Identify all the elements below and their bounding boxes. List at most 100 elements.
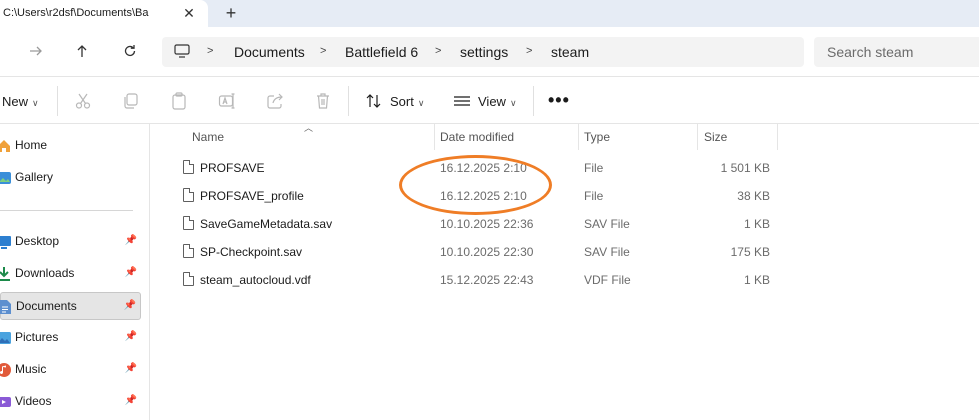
chevron-right-icon: > xyxy=(320,45,327,57)
column-divider[interactable] xyxy=(697,124,698,150)
file-type: SAV File xyxy=(584,217,630,231)
column-divider[interactable] xyxy=(777,124,778,150)
file-name: PROFSAVE_profile xyxy=(200,189,304,203)
cut-button[interactable] xyxy=(73,91,93,111)
pin-icon[interactable]: 📌 xyxy=(125,363,137,374)
file-list: ︿ Name Date modified Type Size PROFSAVE … xyxy=(160,123,979,420)
file-date: 16.12.2025 2:10 xyxy=(440,189,527,203)
breadcrumb-steam[interactable]: steam xyxy=(551,44,589,60)
pin-icon[interactable]: 📌 xyxy=(125,331,137,342)
tab-current[interactable]: C:\Users\r2dsf\Documents\Ba ✕ xyxy=(0,0,208,27)
desktop-icon xyxy=(0,236,11,249)
breadcrumb-battlefield-6[interactable]: Battlefield 6 xyxy=(345,44,418,60)
column-header-size[interactable]: Size xyxy=(704,130,727,144)
view-icon-wrap[interactable] xyxy=(452,91,472,111)
share-button[interactable] xyxy=(265,91,285,111)
view-button[interactable]: View ∨ xyxy=(478,94,517,109)
sidebar-item-label: Videos xyxy=(15,394,52,408)
pin-icon[interactable]: 📌 xyxy=(125,235,137,246)
tab-title: C:\Users\r2dsf\Documents\Ba xyxy=(3,7,149,19)
copy-button[interactable] xyxy=(121,91,141,111)
up-button[interactable] xyxy=(70,39,94,63)
pin-icon[interactable]: 📌 xyxy=(124,300,136,311)
file-date: 15.12.2025 22:43 xyxy=(440,273,534,287)
close-tab-icon[interactable]: ✕ xyxy=(180,4,198,22)
file-type: SAV File xyxy=(584,245,630,259)
navigation-pane: Home Gallery Desktop 📌 Downloads 📌 Docum… xyxy=(0,124,150,420)
sidebar-item-label: Gallery xyxy=(15,170,54,184)
file-size: 1 KB xyxy=(743,217,770,231)
breadcrumb-settings[interactable]: settings xyxy=(460,44,508,60)
rename-icon xyxy=(218,93,235,109)
scissors-icon xyxy=(75,93,91,109)
search-input[interactable]: Search steam xyxy=(814,37,979,67)
file-icon xyxy=(183,272,194,286)
refresh-button[interactable] xyxy=(118,39,142,63)
sort-icon-wrap[interactable] xyxy=(364,91,384,111)
file-name: SP-Checkpoint.sav xyxy=(200,245,303,259)
sidebar-item-home[interactable]: Home xyxy=(0,132,141,160)
divider xyxy=(57,86,58,116)
file-icon xyxy=(183,188,194,202)
file-name: SaveGameMetadata.sav xyxy=(200,217,333,231)
share-icon xyxy=(267,93,283,109)
sidebar-item-label: Music xyxy=(15,362,47,376)
downloads-icon xyxy=(0,267,10,281)
delete-button[interactable] xyxy=(313,91,333,111)
sidebar-item-documents[interactable]: Documents 📌 xyxy=(0,292,141,320)
sidebar-item-label: Desktop xyxy=(15,234,60,248)
rename-button[interactable] xyxy=(217,91,237,111)
column-divider[interactable] xyxy=(434,124,435,150)
sort-label: Sort xyxy=(390,94,414,109)
file-name: steam_autocloud.vdf xyxy=(200,273,311,287)
column-header-name[interactable]: Name xyxy=(192,130,224,144)
forward-button[interactable] xyxy=(24,39,48,63)
file-row[interactable]: PROFSAVE_profile 16.12.2025 2:10 File 38… xyxy=(160,182,780,210)
address-bar[interactable]: > Documents > Battlefield 6 > settings >… xyxy=(162,37,804,67)
sidebar-item-label: Home xyxy=(15,138,48,152)
file-row[interactable]: PROFSAVE 16.12.2025 2:10 File 1 501 KB xyxy=(160,154,780,182)
sidebar-item-pictures[interactable]: Pictures 📌 xyxy=(0,324,141,352)
pin-icon[interactable]: 📌 xyxy=(125,395,137,406)
pin-icon[interactable]: 📌 xyxy=(125,267,137,278)
column-header-type[interactable]: Type xyxy=(584,130,610,144)
sidebar-item-downloads[interactable]: Downloads 📌 xyxy=(0,260,141,288)
file-name: PROFSAVE xyxy=(200,161,265,175)
sidebar-item-desktop[interactable]: Desktop 📌 xyxy=(0,228,141,256)
file-type: File xyxy=(584,161,604,175)
sidebar-item-gallery[interactable]: Gallery xyxy=(0,164,141,192)
computer-icon xyxy=(174,44,190,58)
breadcrumb-documents[interactable]: Documents xyxy=(234,44,305,60)
home-icon xyxy=(0,140,10,152)
chevron-right-icon: > xyxy=(207,45,214,57)
address-row: > Documents > Battlefield 6 > settings >… xyxy=(0,27,979,77)
arrow-right-icon xyxy=(30,46,42,56)
chevron-right-icon: > xyxy=(435,45,442,57)
file-size: 38 KB xyxy=(737,189,770,203)
new-tab-button[interactable]: + xyxy=(221,3,241,23)
more-options-button[interactable]: ••• xyxy=(548,90,570,111)
paste-button[interactable] xyxy=(169,91,189,111)
file-icon xyxy=(183,160,194,174)
sidebar-item-videos[interactable]: Videos 📌 xyxy=(0,388,141,416)
file-row[interactable]: steam_autocloud.vdf 15.12.2025 22:43 VDF… xyxy=(160,266,780,294)
sort-icon xyxy=(366,94,381,108)
view-icon xyxy=(454,96,470,106)
file-icon xyxy=(183,216,194,230)
sidebar-item-label: Downloads xyxy=(15,266,75,280)
chevron-right-icon: > xyxy=(526,45,533,57)
trash-icon xyxy=(317,93,329,109)
file-row[interactable]: SP-Checkpoint.sav 10.10.2025 22:30 SAV F… xyxy=(160,238,780,266)
sidebar-item-music[interactable]: Music 📌 xyxy=(0,356,141,384)
divider xyxy=(348,86,349,116)
column-header-date[interactable]: Date modified xyxy=(440,130,514,144)
file-date: 16.12.2025 2:10 xyxy=(440,161,527,175)
new-button[interactable]: New ∨ xyxy=(2,94,39,109)
column-divider[interactable] xyxy=(578,124,579,150)
file-size: 1 501 KB xyxy=(720,161,770,175)
sort-ascending-icon: ︿ xyxy=(304,123,314,133)
chevron-down-icon: ∨ xyxy=(417,98,425,108)
file-type: VDF File xyxy=(584,273,631,287)
sort-button[interactable]: Sort ∨ xyxy=(390,94,424,109)
file-row[interactable]: SaveGameMetadata.sav 10.10.2025 22:36 SA… xyxy=(160,210,780,238)
